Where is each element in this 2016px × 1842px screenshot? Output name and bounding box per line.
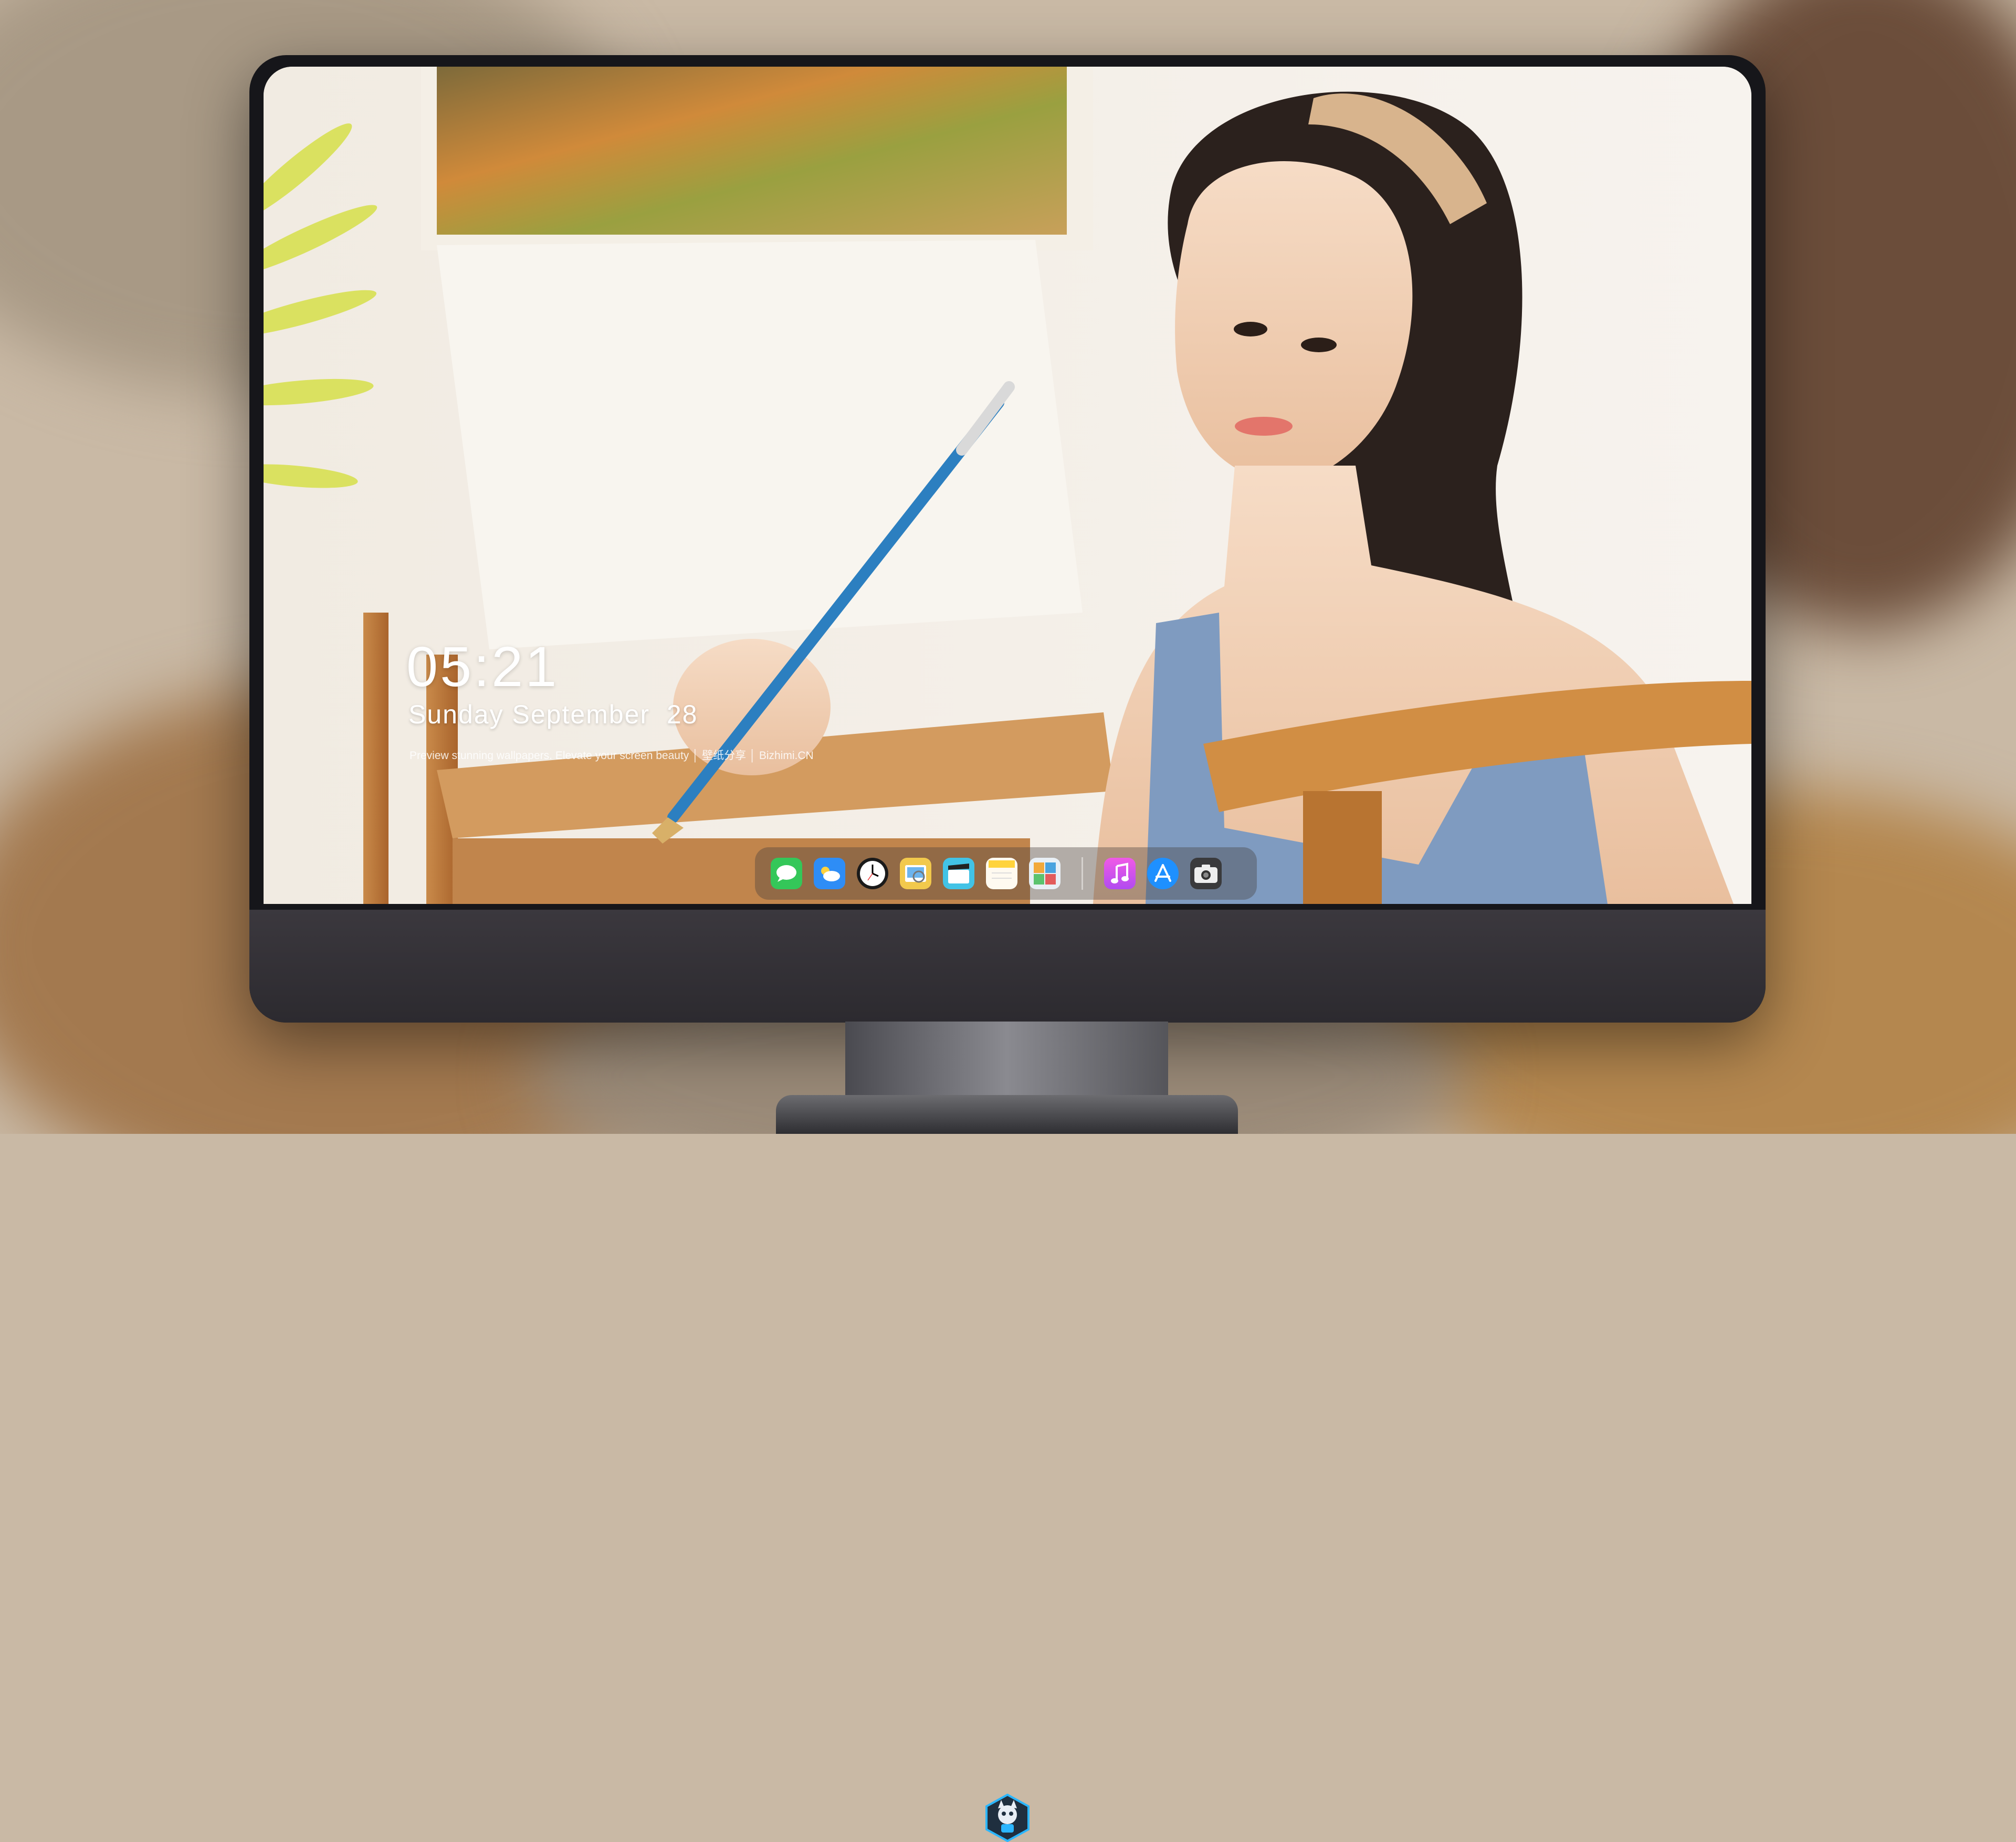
lock-clock-date: Sunday September 28 bbox=[408, 700, 698, 729]
monitor-stand-base bbox=[776, 1095, 1238, 1134]
dock-separator bbox=[1082, 857, 1083, 890]
brand-logo-icon bbox=[985, 1794, 1030, 1842]
dock-video-clips[interactable] bbox=[943, 858, 974, 889]
dock-music[interactable] bbox=[1104, 858, 1136, 889]
dock-weather[interactable] bbox=[814, 858, 845, 889]
dock-notes[interactable] bbox=[986, 858, 1017, 889]
weather-icon bbox=[821, 867, 840, 881]
wallpaper-image bbox=[264, 67, 1751, 904]
monitor-chin bbox=[249, 910, 1766, 1842]
dock-preview[interactable] bbox=[900, 858, 931, 889]
dock bbox=[755, 847, 1257, 900]
dock-clock[interactable] bbox=[857, 858, 888, 889]
preview-icon bbox=[905, 865, 926, 883]
clock-icon bbox=[860, 861, 885, 886]
monitor: 05:21 Sunday September 28 Preview stunni… bbox=[249, 55, 1766, 1842]
messages-icon bbox=[776, 865, 796, 882]
desktop-screen: 05:21 Sunday September 28 Preview stunni… bbox=[264, 67, 1751, 904]
notes-icon bbox=[989, 860, 1015, 879]
music-icon bbox=[1111, 862, 1129, 883]
photo-booth-icon bbox=[1034, 862, 1056, 885]
wallpaper-tagline: Preview stunning wallpapers. Elevate you… bbox=[410, 750, 814, 762]
dock-messages[interactable] bbox=[771, 858, 802, 889]
monitor-stand-neck bbox=[845, 1022, 1168, 1098]
app-store-icon bbox=[1154, 864, 1171, 882]
camera-icon bbox=[1194, 865, 1217, 883]
dock-camera[interactable] bbox=[1190, 858, 1222, 889]
dock-photo-booth[interactable] bbox=[1029, 858, 1060, 889]
dock-app-store[interactable] bbox=[1147, 858, 1179, 889]
lock-clock-time: 05:21 bbox=[406, 635, 559, 698]
clapperboard-icon bbox=[948, 864, 969, 883]
